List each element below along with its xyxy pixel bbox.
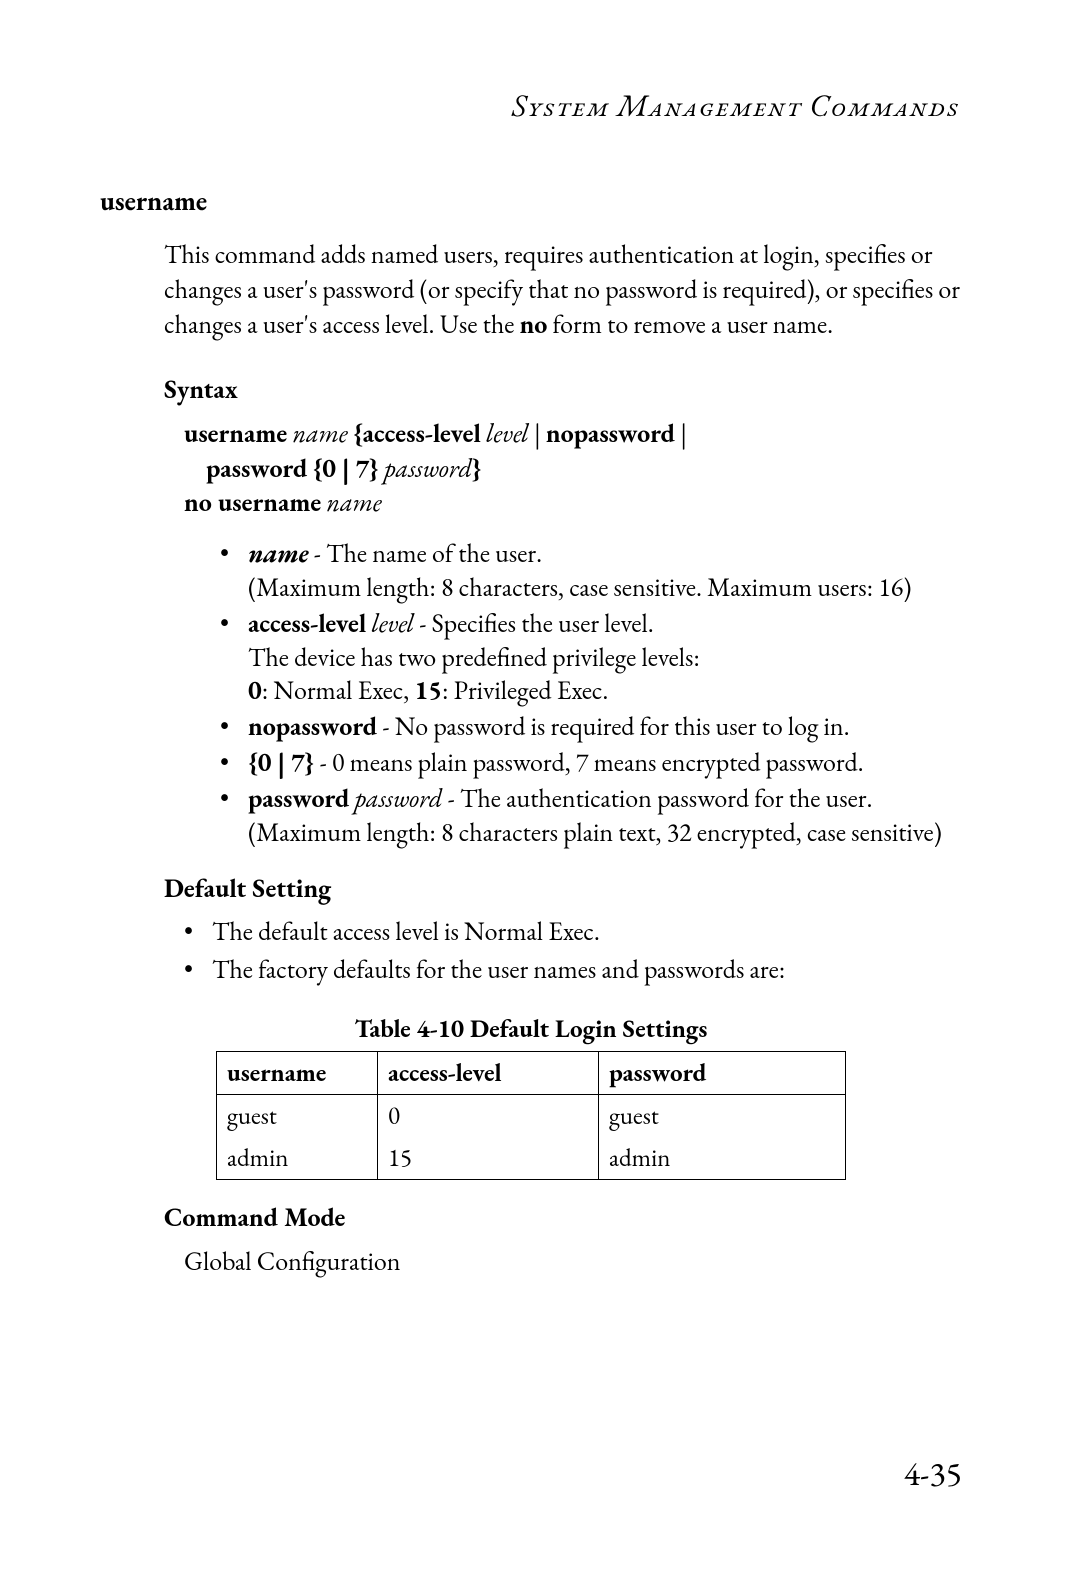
default-login-table: username access-level password guest 0 g…	[216, 1051, 846, 1180]
param-desc: 0 means plain password, 7 means encrypte…	[332, 745, 864, 779]
param-name: name - The name of the user. (Maximum le…	[220, 537, 962, 605]
param-desc: The authentication password for the user…	[460, 781, 872, 815]
syntax-arg-name-2: name	[326, 485, 381, 519]
param-desc-line2: (Maximum length: 8 characters, case sens…	[248, 570, 911, 604]
param-sep: -	[414, 606, 432, 640]
param-sep: -	[377, 709, 395, 743]
table-caption: Table 4-10 Default Login Settings	[100, 1013, 962, 1045]
param-level-15: 15	[414, 673, 442, 707]
param-password: password password - The authentication p…	[220, 782, 962, 850]
param-kw: {0 | 7}	[248, 745, 314, 779]
param-desc-line2: The device has two predefined privilege …	[248, 640, 700, 674]
param-sep: -	[309, 536, 327, 570]
param-kw: password	[248, 781, 349, 815]
syntax-kw-password: password	[206, 451, 307, 485]
command-mode-value: Global Configuration	[184, 1244, 962, 1279]
table-row: guest 0 guest	[217, 1094, 846, 1137]
param-level-0-txt: : Normal Exec,	[262, 673, 415, 707]
param-kw: name	[248, 536, 309, 570]
syntax-block: username name {access-level level | nopa…	[184, 416, 962, 519]
param-level-0: 0	[248, 673, 262, 707]
intro-paragraph: This command adds named users, requires …	[164, 237, 962, 342]
table-cell: admin	[599, 1137, 846, 1180]
param-kw: nopassword	[248, 709, 377, 743]
table-header: access-level	[378, 1051, 599, 1094]
command-mode-heading: Command Mode	[164, 1200, 962, 1234]
param-07: {0 | 7} - 0 means plain password, 7 mean…	[220, 746, 962, 780]
param-kw: access-level	[248, 606, 366, 640]
syntax-arg-name: name	[292, 416, 347, 450]
param-desc: No password is required for this user to…	[395, 709, 850, 743]
syntax-brace-close: }	[472, 451, 482, 485]
table-header: username	[217, 1051, 378, 1094]
page: System Management Commands username This…	[0, 0, 1080, 1570]
table-cell: 15	[378, 1137, 599, 1180]
default-setting-item: The factory defaults for the user names …	[184, 953, 962, 987]
param-list: name - The name of the user. (Maximum le…	[220, 537, 962, 849]
param-access-level: access-level level - Specifies the user …	[220, 607, 962, 708]
syntax-kw-no-username: no username	[184, 485, 321, 519]
table-cell: admin	[217, 1137, 378, 1180]
syntax-arg-level: level	[486, 416, 529, 450]
syntax-kw-username: username	[184, 416, 287, 450]
param-arg: password	[355, 781, 443, 815]
param-sep: -	[314, 745, 332, 779]
syntax-grp-07: {0 | 7}	[313, 451, 379, 485]
param-desc: The name of the user.	[326, 536, 542, 570]
default-setting-heading: Default Setting	[164, 871, 962, 905]
table-header-row: username access-level password	[217, 1051, 846, 1094]
table-cell: guest	[217, 1094, 378, 1137]
section-title: username	[100, 184, 962, 219]
param-level-15-txt: : Privileged Exec.	[442, 673, 608, 707]
syntax-pipe-2: |	[680, 416, 687, 450]
syntax-brace-open: {	[353, 416, 363, 450]
syntax-line-1: username name {access-level level | nopa…	[184, 416, 962, 450]
param-arg: level	[371, 606, 414, 640]
param-sep: -	[442, 781, 460, 815]
intro-bold-no: no	[520, 307, 548, 341]
table-cell: guest	[599, 1094, 846, 1137]
syntax-kw-access-level: access-level	[363, 416, 481, 450]
syntax-pipe-1: |	[534, 416, 546, 450]
param-desc: Specifies the user level.	[432, 606, 654, 640]
syntax-line-2: password {0 | 7} password}	[184, 451, 962, 485]
default-setting-item: The default access level is Normal Exec.	[184, 915, 962, 949]
intro-post: form to remove a user name.	[547, 307, 833, 341]
syntax-line-3: no username name	[184, 485, 962, 519]
syntax-arg-password: password	[384, 451, 472, 485]
param-desc-line2: (Maximum length: 8 characters plain text…	[248, 815, 942, 849]
table-cell: 0	[378, 1094, 599, 1137]
param-nopassword: nopassword - No password is required for…	[220, 710, 962, 744]
table-row: admin 15 admin	[217, 1137, 846, 1180]
syntax-heading: Syntax	[164, 372, 962, 406]
syntax-kw-nopassword: nopassword	[546, 416, 675, 450]
running-head: System Management Commands	[100, 86, 962, 126]
default-setting-list: The default access level is Normal Exec.…	[184, 915, 962, 987]
table-header: password	[599, 1051, 846, 1094]
page-number: 4-35	[904, 1452, 962, 1496]
